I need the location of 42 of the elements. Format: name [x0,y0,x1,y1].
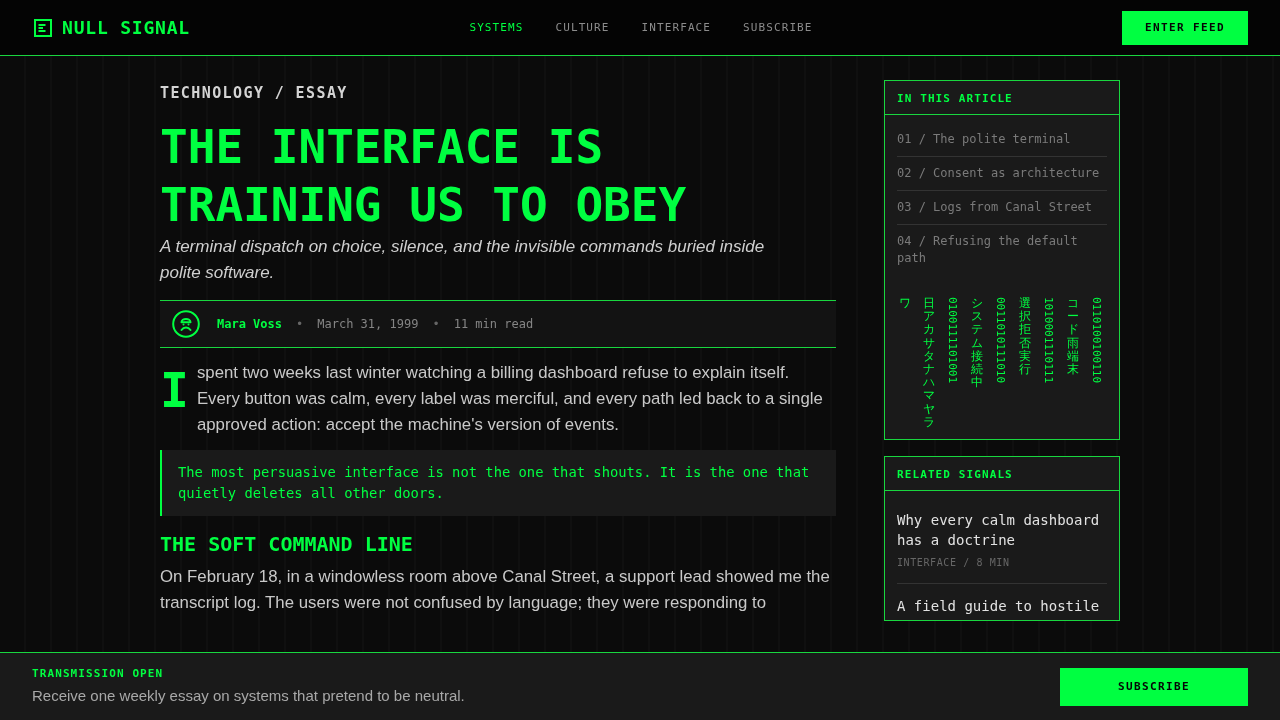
drop-cap: I [160,366,189,414]
binary-code-text: 1010001110111 [1042,297,1055,384]
nav-link[interactable]: SYSTEMS [469,19,524,36]
meta-text: March 31, 1999 [317,316,419,332]
toc-link[interactable]: 02 / Consent as architecture [897,165,1107,182]
meta-text: 11 min read [453,316,534,332]
panel-title: IN THIS ARTICLE [897,90,1013,107]
enter-feed-button[interactable]: ENTER FEED [1122,10,1248,45]
footer-label: TRANSMISSION OPEN [32,666,165,682]
toc-link[interactable]: 04 / Refusing the default path [897,233,1107,267]
nav-link[interactable]: CULTURE [555,19,610,36]
nav-link[interactable]: INTERFACE [641,19,712,36]
logo-text: NULL SIGNAL [62,15,190,40]
binary-code-text: 0110100100110 [1090,297,1103,384]
document-lines-icon [34,18,52,37]
subscribe-button[interactable]: SUBSCRIBE [1060,667,1248,706]
related-link[interactable]: Why every calm dashboard has a doctrine [897,510,1107,550]
code-rain-text: 選択拒否実行 [1018,297,1031,377]
related-meta: INTERFACE / 8 MIN [897,556,1011,570]
lead-paragraph: spent two weeks last winter watching a billing dashboard refuse to explain itself. Every button was calm, every label was merciful, and every path led back to a single approved action: accept the machine's version of events. [196,362,824,436]
related-link[interactable]: A field guide to hostile [897,596,1107,616]
body-paragraph: On February 18, in a windowless room above Canal Street, a support lead showed me the transcript log. The users were not confused by language; they were responding to [160,566,831,614]
code-rain-text: ワ [899,297,911,311]
bullet-separator: • [296,316,304,332]
frown-face-icon [172,310,200,338]
toc-link[interactable]: 03 / Logs from Canal Street [897,199,1107,216]
article-subtitle: A terminal dispatch on choice, silence, and the invisible commands buried inside polite software. [160,236,766,284]
section-heading: THE SOFT COMMAND LINE [160,531,414,558]
pull-quote: The most persuasive interface is not the one that shouts. It is the one that quietly deletes all other doors. [160,450,836,516]
code-rain-text: コード雨端末 [1066,297,1079,377]
footer-text: Receive one weekly essay on systems that pretend to be neutral. [32,686,465,706]
binary-code-text: 0100111101001 [946,297,959,384]
nav-link[interactable]: SUBSCRIBE [743,19,813,36]
bullet-separator: • [432,316,440,332]
code-rain-text: 日アカサタナハマヤラ [922,297,935,429]
code-rain-text: システム接続中 [970,297,983,390]
panel-title: RELATED SIGNALS [897,466,1013,483]
article-title: THE INTERFACE IS TRAINING US TO OBEY [160,119,688,234]
author-name[interactable]: Mara Voss [217,316,283,332]
article-category: TECHNOLOGY / ESSAY [160,83,349,104]
toc-link[interactable]: 01 / The polite terminal [897,131,1107,148]
binary-code-text: 0011010111010 [994,297,1007,384]
